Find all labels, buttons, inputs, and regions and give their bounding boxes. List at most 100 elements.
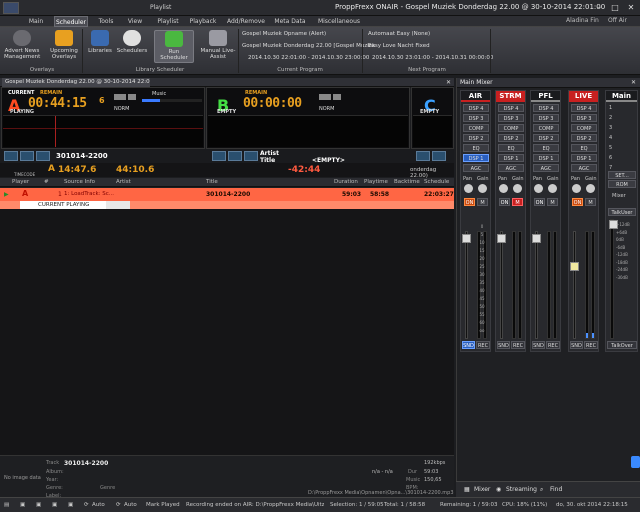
- auto-toggle-2[interactable]: Auto: [124, 502, 137, 508]
- strip-strm-rec[interactable]: REC: [511, 341, 525, 349]
- deck-b-pause-button[interactable]: [228, 151, 242, 161]
- strip-air-comp[interactable]: COMP: [463, 124, 489, 132]
- strip-strm-eq[interactable]: EQ: [498, 144, 524, 152]
- strip-live-dsp3[interactable]: DSP 3: [571, 114, 597, 122]
- strip-air-dsp2[interactable]: DSP 2: [463, 134, 489, 142]
- strip-strm-dsp1[interactable]: DSP 1: [498, 154, 524, 162]
- play-button[interactable]: [4, 151, 18, 161]
- strip-air-rec[interactable]: REC: [476, 341, 490, 349]
- strip-pfl-gain-knob[interactable]: [548, 184, 557, 193]
- col-duration[interactable]: Duration: [334, 179, 358, 185]
- deck-b-eject-icon[interactable]: [333, 94, 341, 100]
- close-icon[interactable]: ✕: [624, 2, 638, 13]
- fader-knob[interactable]: [497, 234, 506, 243]
- strip-strm-comp[interactable]: COMP: [498, 124, 524, 132]
- strip-strm[interactable]: STRM DSP 4 DSP 3 COMP DSP 2 EQ DSP 1 AGC…: [495, 90, 526, 352]
- strip-pfl-pan-knob[interactable]: [534, 184, 543, 193]
- fader-knob[interactable]: [570, 262, 579, 271]
- strip-live-snd[interactable]: SND: [570, 341, 583, 349]
- maximize-icon[interactable]: □: [608, 2, 622, 13]
- deck-b-stop-button[interactable]: [244, 151, 258, 161]
- app-logo-icon[interactable]: [3, 2, 19, 14]
- col-source-info[interactable]: Source Info: [64, 179, 95, 185]
- fader-knob[interactable]: [532, 234, 541, 243]
- strip-main[interactable]: Main 1 2 3 4 5 6 7 SET... ROM Mixer Talk…: [605, 90, 638, 352]
- libraries-button[interactable]: Libraries: [86, 30, 114, 54]
- deck-b-play-button[interactable]: [212, 151, 226, 161]
- status-icon-4[interactable]: ▣: [52, 502, 57, 508]
- main-talkover-button[interactable]: TalkOver: [607, 341, 637, 349]
- strip-pfl-dsp3[interactable]: DSP 3: [533, 114, 559, 122]
- strip-live[interactable]: LIVE DSP 4 DSP 3 COMP DSP 2 EQ DSP 1 AGC…: [568, 90, 599, 352]
- strip-air-dsp3[interactable]: DSP 3: [463, 114, 489, 122]
- main-set-button[interactable]: SET...: [608, 171, 636, 179]
- strip-pfl-on[interactable]: ON: [534, 198, 545, 206]
- strip-strm-gain-knob[interactable]: [513, 184, 522, 193]
- chat-icon[interactable]: [631, 456, 640, 468]
- strip-strm-fader[interactable]: [497, 231, 506, 339]
- run-scheduler-button[interactable]: Run Scheduler: [154, 30, 194, 63]
- status-menu-icon[interactable]: ▤: [4, 502, 9, 508]
- strip-strm-dsp3[interactable]: DSP 3: [498, 114, 524, 122]
- tab-meta-data[interactable]: Meta Data: [272, 16, 308, 27]
- strip-pfl-comp[interactable]: COMP: [533, 124, 559, 132]
- main-rom-button[interactable]: ROM: [608, 180, 636, 188]
- deck-a-eject-icon[interactable]: [128, 94, 136, 100]
- manual-live-assist-button[interactable]: Manual Live-Assist: [200, 30, 236, 60]
- deck-c-stop-button[interactable]: [432, 151, 446, 161]
- strip-pfl-dsp1[interactable]: DSP 1: [533, 154, 559, 162]
- mixer-close-icon[interactable]: ✕: [631, 79, 636, 86]
- strip-pfl-snd[interactable]: SND: [532, 341, 545, 349]
- strip-air-pan-knob[interactable]: [464, 184, 473, 193]
- strip-live-mute[interactable]: M: [585, 198, 596, 206]
- strip-pfl-eq[interactable]: EQ: [533, 144, 559, 152]
- strip-air-fader[interactable]: [462, 231, 471, 339]
- col-player[interactable]: Player: [12, 179, 29, 185]
- strip-live-gain-knob[interactable]: [586, 184, 595, 193]
- strip-pfl-rec[interactable]: REC: [546, 341, 560, 349]
- deck-a-loop-icon[interactable]: [114, 94, 126, 100]
- upcoming-overlays-button[interactable]: Upcoming Overlays: [48, 30, 80, 60]
- minimize-icon[interactable]: –: [592, 2, 606, 13]
- strip-pfl-fader[interactable]: [532, 231, 541, 339]
- strip-air-mute[interactable]: M: [477, 198, 488, 206]
- deck-c[interactable]: C EMPTY: [411, 87, 454, 149]
- deck-b-loop-icon[interactable]: [319, 94, 331, 100]
- strip-pfl-dsp2[interactable]: DSP 2: [533, 134, 559, 142]
- col-artist[interactable]: Artist: [116, 179, 131, 185]
- strip-live-fader[interactable]: [570, 231, 579, 339]
- main-item-1[interactable]: 1: [609, 105, 612, 111]
- strip-live-pan-knob[interactable]: [572, 184, 581, 193]
- tab-mixer[interactable]: Mixer: [474, 486, 490, 493]
- deck-b[interactable]: B EMPTY REMAIN 00:00:00 NORM: [206, 87, 410, 149]
- tab-main[interactable]: Main: [26, 16, 46, 27]
- strip-live-rec[interactable]: REC: [584, 341, 598, 349]
- advert-news-button[interactable]: Advert News Management: [4, 30, 40, 60]
- fader-knob[interactable]: [462, 234, 471, 243]
- strip-live-dsp4[interactable]: DSP 4: [571, 104, 597, 112]
- deck-c-waveform[interactable]: [413, 115, 452, 147]
- tab-playback[interactable]: Playback: [188, 16, 218, 27]
- strip-strm-dsp4[interactable]: DSP 4: [498, 104, 524, 112]
- strip-strm-pan-knob[interactable]: [499, 184, 508, 193]
- main-item-5[interactable]: 5: [609, 145, 612, 151]
- main-item-6[interactable]: 6: [609, 155, 612, 161]
- tab-tools[interactable]: Tools: [94, 16, 118, 27]
- strip-pfl-mute[interactable]: M: [547, 198, 558, 206]
- deck-a[interactable]: CURRENT A PLAYING REMAIN 00:44:15 6 Musi…: [1, 87, 205, 149]
- strip-live-eq[interactable]: EQ: [571, 144, 597, 152]
- strip-air-on[interactable]: ON: [464, 198, 475, 206]
- deck-c-play-button[interactable]: [416, 151, 430, 161]
- strip-strm-mute[interactable]: M: [512, 198, 523, 206]
- tab-playlist[interactable]: Playlist: [154, 16, 182, 27]
- table-row[interactable]: ▶ A 1 1: LoadTrack: Sc... 301014-2200 59…: [0, 188, 454, 201]
- strip-air-agc[interactable]: AGC: [463, 164, 489, 172]
- strip-strm-snd[interactable]: SND: [497, 341, 510, 349]
- tab-find[interactable]: Find: [550, 486, 562, 493]
- strip-live-on[interactable]: ON: [572, 198, 583, 206]
- main-item-2[interactable]: 2: [609, 115, 612, 121]
- status-icon-3[interactable]: ▣: [36, 502, 41, 508]
- tab-miscellaneous[interactable]: Miscellaneous: [316, 16, 362, 27]
- playlist-body[interactable]: [0, 209, 454, 455]
- strip-live-agc[interactable]: AGC: [571, 164, 597, 172]
